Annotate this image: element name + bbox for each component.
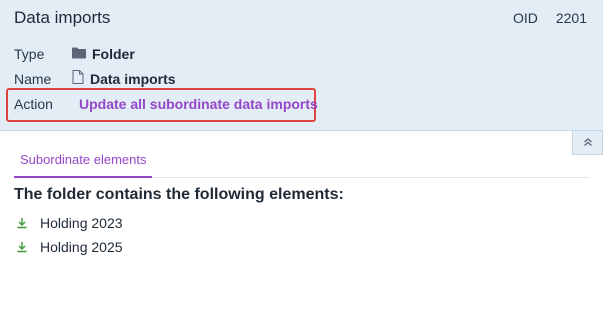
download-icon xyxy=(14,241,30,253)
list-item[interactable]: Holding 2023 xyxy=(14,211,123,235)
name-row: Name Data imports xyxy=(14,70,176,87)
element-list: Holding 2023 Holding 2025 xyxy=(14,211,123,259)
header-panel: Data imports OID 2201 Type Folder Name D… xyxy=(0,0,603,131)
name-value: Data imports xyxy=(72,70,176,87)
action-row: Action Update all subordinate data impor… xyxy=(14,96,318,112)
update-subordinate-imports-link[interactable]: Update all subordinate data imports xyxy=(79,96,318,112)
oid-display: OID 2201 xyxy=(513,10,587,26)
download-icon xyxy=(14,217,30,229)
tab-subordinate-elements[interactable]: Subordinate elements xyxy=(14,150,153,178)
section-heading: The folder contains the following elemen… xyxy=(14,186,344,203)
list-item-label: Holding 2023 xyxy=(40,215,123,231)
folder-icon xyxy=(72,46,86,62)
type-label: Type xyxy=(14,46,45,62)
oid-label: OID xyxy=(512,10,538,26)
type-value-text: Folder xyxy=(92,46,135,62)
type-value: Folder xyxy=(72,46,135,62)
type-row: Type Folder xyxy=(14,46,135,62)
document-icon xyxy=(72,70,84,87)
list-item[interactable]: Holding 2025 xyxy=(14,235,123,259)
name-value-text: Data imports xyxy=(90,70,176,87)
chevron-double-up-icon xyxy=(583,134,593,152)
oid-value: 2201 xyxy=(555,10,587,26)
action-label: Action xyxy=(14,96,53,112)
page-title: Data imports xyxy=(14,8,111,27)
name-label: Name xyxy=(14,70,52,87)
tab-bar: Subordinate elements xyxy=(14,150,589,178)
list-item-label: Holding 2025 xyxy=(40,239,123,255)
